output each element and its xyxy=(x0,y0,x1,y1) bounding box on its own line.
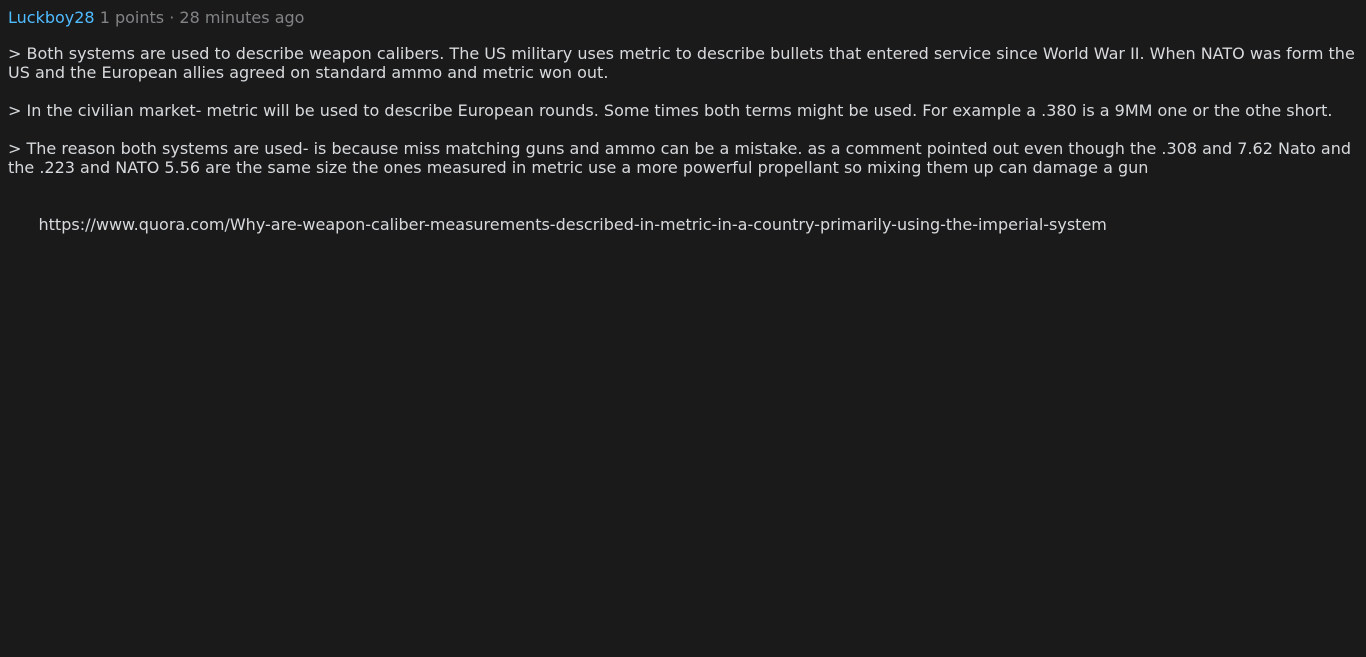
comment-paragraph: > In the civilian market- metric will be… xyxy=(8,101,1333,120)
comment-link-paragraph: https://www.quora.com/Why-are-weapon-cal… xyxy=(8,196,1360,253)
comment-meta: Luckboy28 1 points · 28 minutes ago xyxy=(8,8,1360,28)
comment-timestamp: 28 minutes ago xyxy=(179,8,305,27)
comment-body: > Both systems are used to describe weap… xyxy=(8,44,1360,253)
points-count: 1 points xyxy=(99,8,165,27)
comment-paragraph: > The reason both systems are used- is b… xyxy=(8,139,1357,177)
meta-separator: · xyxy=(169,8,175,27)
comment-paragraph: > Both systems are used to describe weap… xyxy=(8,44,1360,82)
source-link[interactable]: https://www.quora.com/Why-are-weapon-cal… xyxy=(39,215,1107,234)
author-link[interactable]: Luckboy28 xyxy=(8,8,95,27)
comment: Luckboy28 1 points · 28 minutes ago > Bo… xyxy=(8,8,1360,272)
